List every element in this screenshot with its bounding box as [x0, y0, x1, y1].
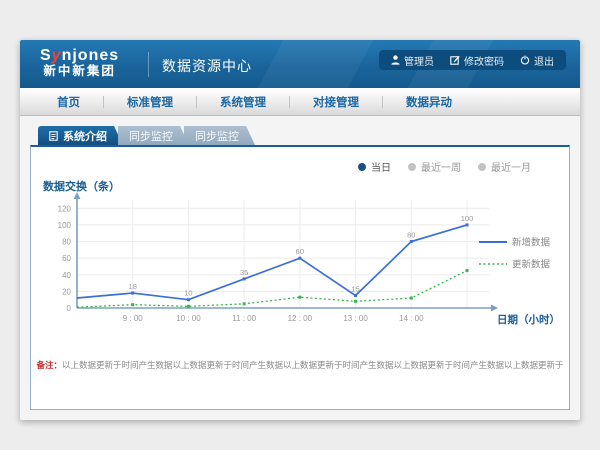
- svg-text:更新数据: 更新数据: [512, 259, 551, 271]
- radio-unselected-icon: [478, 163, 486, 171]
- tab-sync-monitor-2[interactable]: 同步监控: [184, 126, 255, 145]
- svg-text:100: 100: [58, 221, 72, 230]
- radio-today[interactable]: 当日: [358, 159, 391, 174]
- svg-text:80: 80: [407, 231, 415, 240]
- tab-label: 系统介绍: [63, 128, 107, 144]
- svg-text:9 : 00: 9 : 00: [123, 314, 144, 323]
- svg-text:60: 60: [296, 247, 304, 256]
- footer-note: 备注：以上数据更新于时间产生数据以上数据更新于时间产生数据以上数据更新于时间产生…: [31, 359, 569, 371]
- user-bar: 管理员 修改密码 退出: [379, 50, 566, 70]
- svg-text:20: 20: [62, 287, 71, 296]
- tab-label: 同步监控: [129, 128, 173, 144]
- svg-text:10 : 00: 10 : 00: [176, 314, 201, 323]
- svg-text:14 : 00: 14 : 00: [399, 314, 424, 323]
- change-password-label: 修改密码: [464, 53, 504, 68]
- logout-label: 退出: [534, 53, 554, 68]
- power-icon: [520, 55, 530, 65]
- app-window: Synjones 新中新集团 数据资源中心 管理员 修改密码 退出 首页 标准管…: [20, 40, 580, 420]
- change-password-button[interactable]: 修改密码: [450, 53, 504, 68]
- nav-item-data-change[interactable]: 数据异动: [383, 94, 475, 110]
- radio-label: 当日: [371, 159, 391, 174]
- svg-text:日期（小时）: 日期（小时）: [497, 313, 560, 326]
- radio-unselected-icon: [408, 163, 416, 171]
- svg-text:13 : 00: 13 : 00: [343, 314, 368, 323]
- page-title: 数据资源中心: [162, 56, 252, 76]
- svg-text:10: 10: [184, 289, 192, 298]
- header-decor-streak: [251, 40, 378, 88]
- svg-text:100: 100: [461, 214, 474, 223]
- logo-red-y: y: [52, 47, 62, 64]
- svg-text:120: 120: [58, 204, 72, 213]
- svg-text:35: 35: [240, 268, 248, 277]
- svg-text:12 : 00: 12 : 00: [288, 314, 313, 323]
- svg-text:15: 15: [351, 285, 359, 294]
- time-range-selector: 当日 最近一周 最近一月: [31, 159, 531, 174]
- document-icon: [49, 131, 58, 141]
- logout-button[interactable]: 退出: [520, 53, 554, 68]
- radio-label: 最近一周: [421, 159, 461, 174]
- company-logo: Synjones 新中新集团: [40, 47, 119, 79]
- edit-icon: [450, 55, 460, 65]
- current-user-button[interactable]: 管理员: [391, 53, 434, 68]
- radio-last-month[interactable]: 最近一月: [478, 159, 531, 174]
- nav-item-home[interactable]: 首页: [34, 94, 103, 110]
- svg-text:18: 18: [129, 282, 137, 291]
- svg-text:60: 60: [62, 254, 71, 263]
- user-name: 管理员: [404, 53, 434, 68]
- svg-text:0: 0: [67, 304, 72, 313]
- data-exchange-line-chart: 数据交换（条） 日期（小时） 0 20 40 60 80 100 120 9 : 00 10 : 0…: [39, 178, 579, 346]
- tab-system-intro[interactable]: 系统介绍: [38, 126, 123, 145]
- logo-chinese: 新中新集团: [40, 64, 119, 79]
- nav-item-interface-mgmt[interactable]: 对接管理: [290, 94, 382, 110]
- svg-text:11 : 00: 11 : 00: [232, 314, 256, 323]
- svg-text:40: 40: [62, 271, 71, 280]
- tab-label: 同步监控: [195, 128, 239, 144]
- nav-item-system-mgmt[interactable]: 系统管理: [197, 94, 289, 110]
- logo-english: Synjones: [40, 47, 119, 64]
- svg-text:数据交换（条）: 数据交换（条）: [43, 179, 120, 193]
- content-panel: 当日 最近一周 最近一月 数据交换（条） 日期（小时） 0 20 40 60 80 100 12…: [30, 145, 570, 410]
- radio-last-week[interactable]: 最近一周: [408, 159, 461, 174]
- tab-bar: 系统介绍 同步监控 同步监控: [38, 126, 255, 145]
- app-header: Synjones 新中新集团 数据资源中心 管理员 修改密码 退出: [20, 40, 580, 88]
- svg-text:新增数据: 新增数据: [512, 237, 551, 249]
- note-text: 以上数据更新于时间产生数据以上数据更新于时间产生数据以上数据更新于时间产生数据以…: [62, 360, 564, 370]
- radio-selected-icon: [358, 163, 366, 171]
- main-nav: 首页 标准管理 系统管理 对接管理 数据异动: [20, 88, 580, 116]
- header-divider: [148, 52, 149, 77]
- note-label: 备注：: [36, 360, 62, 370]
- user-icon: [391, 55, 400, 65]
- nav-item-standard-mgmt[interactable]: 标准管理: [104, 94, 196, 110]
- tab-sync-monitor-1[interactable]: 同步监控: [118, 126, 189, 145]
- svg-text:80: 80: [62, 238, 71, 247]
- line-chart-svg: 数据交换（条） 日期（小时） 0 20 40 60 80 100 120 9 : 00 10 : 0…: [39, 178, 579, 346]
- radio-label: 最近一月: [491, 159, 531, 174]
